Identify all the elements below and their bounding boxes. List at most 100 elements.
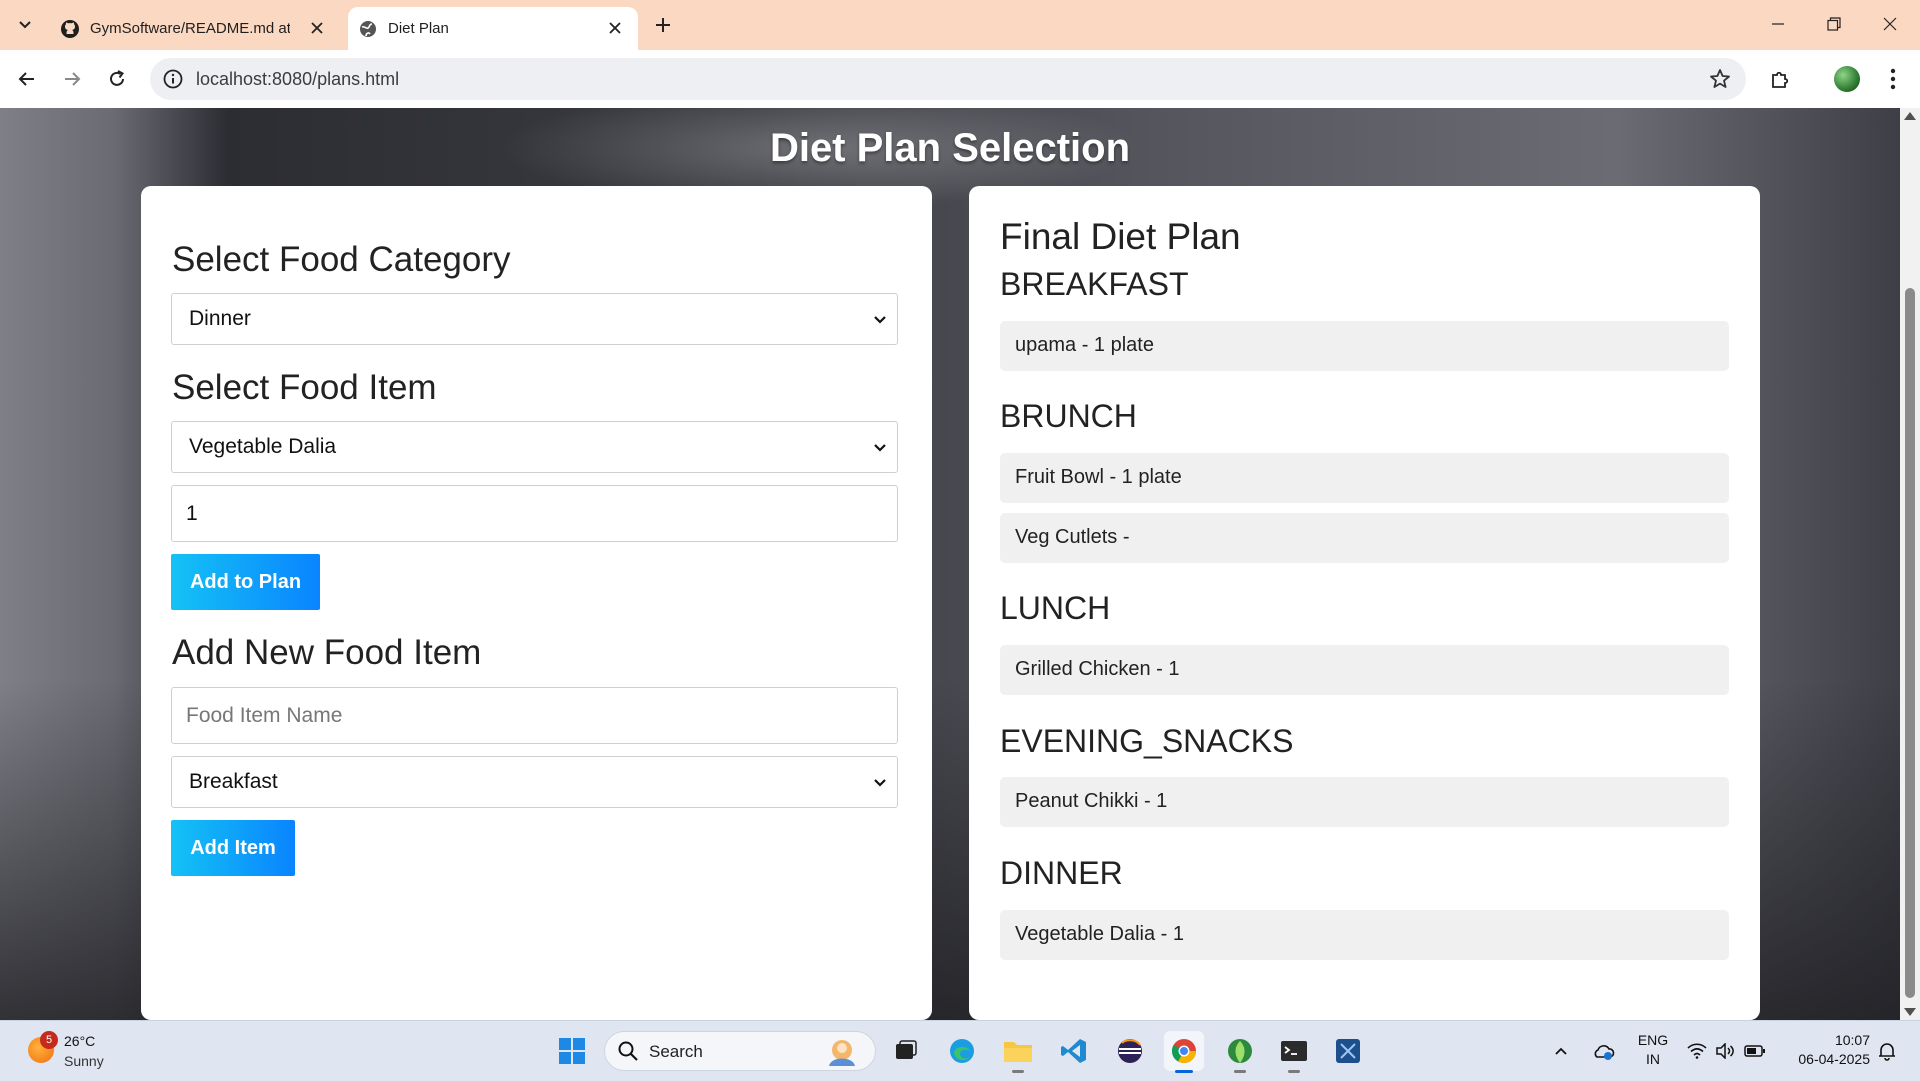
- meal-heading-breakfast: BREAKFAST: [1000, 266, 1189, 302]
- forward-button[interactable]: [55, 62, 89, 96]
- weather-widget[interactable]: 5 26°C Sunny: [26, 1029, 126, 1073]
- close-tab-icon[interactable]: [604, 17, 626, 39]
- browser-menu-button[interactable]: [1878, 64, 1908, 94]
- wifi-tray[interactable]: [1684, 1031, 1710, 1071]
- category-select[interactable]: Dinner: [171, 293, 898, 345]
- volume-tray[interactable]: [1712, 1031, 1738, 1071]
- chrome-app[interactable]: [1164, 1031, 1204, 1073]
- page-scrollbar[interactable]: [1900, 108, 1920, 1020]
- browser-tab-bar: GymSoftware/README.md at m Diet Plan: [0, 0, 1920, 50]
- food-item-name-placeholder: Food Item Name: [186, 704, 343, 727]
- reload-button[interactable]: [100, 62, 134, 96]
- plan-item-text: upama - 1 plate: [1015, 334, 1154, 356]
- page-viewport: Diet Plan Selection Select Food Category…: [0, 108, 1900, 1020]
- windows-logo-icon: [559, 1038, 585, 1064]
- temperature: 26°C: [64, 1033, 96, 1049]
- category-heading: Select Food Category: [172, 240, 511, 279]
- tab-search-button[interactable]: [11, 9, 39, 41]
- tab-github-readme[interactable]: GymSoftware/README.md at m: [50, 7, 340, 50]
- food-item-heading: Select Food Item: [172, 368, 437, 407]
- reload-icon: [110, 70, 124, 86]
- mongodb-compass-app[interactable]: [1220, 1031, 1260, 1073]
- arrow-left-icon: [18, 72, 34, 86]
- chevron-down-icon: [874, 779, 886, 787]
- bookmark-star-icon[interactable]: [1708, 67, 1732, 91]
- task-view-button[interactable]: [886, 1031, 926, 1071]
- terminal-app[interactable]: [1274, 1031, 1314, 1073]
- address-bar[interactable]: localhost:8080/plans.html: [150, 58, 1746, 100]
- food-selection-panel: Select Food Category Dinner Select Food …: [141, 186, 932, 1020]
- food-item-name-input[interactable]: Food Item Name: [171, 687, 898, 744]
- task-view-icon: [896, 1040, 917, 1059]
- chrome-icon: [1171, 1039, 1196, 1064]
- tab-diet-plan[interactable]: Diet Plan: [348, 7, 638, 50]
- edge-app[interactable]: [942, 1031, 982, 1071]
- close-icon: [1883, 17, 1897, 31]
- running-indicator: [1012, 1070, 1024, 1073]
- notifications-tray[interactable]: [1874, 1031, 1900, 1071]
- language-code: ENG: [1637, 1032, 1669, 1048]
- file-explorer-app[interactable]: [998, 1031, 1038, 1073]
- back-button[interactable]: [10, 62, 44, 96]
- chevron-up-icon: [1555, 1047, 1567, 1055]
- plus-icon: [656, 18, 670, 32]
- speaker-icon: [1716, 1043, 1734, 1059]
- scrollbar-thumb[interactable]: [1905, 288, 1915, 998]
- add-item-button[interactable]: Add Item: [171, 820, 295, 876]
- running-indicator: [1234, 1070, 1246, 1073]
- leaf-icon: [1228, 1039, 1252, 1063]
- meal-heading-brunch: BRUNCH: [1000, 398, 1137, 434]
- github-icon: [61, 20, 79, 38]
- site-info-icon[interactable]: [162, 68, 184, 90]
- browser-toolbar: localhost:8080/plans.html: [0, 50, 1920, 109]
- windows-taskbar: 5 26°C Sunny Search ENG IN 10:07 06-04-2…: [0, 1020, 1920, 1081]
- show-hidden-icons[interactable]: [1548, 1031, 1574, 1071]
- onedrive-tray[interactable]: [1588, 1031, 1618, 1071]
- system-clock[interactable]: 10:07 06-04-2025: [1780, 1031, 1870, 1069]
- vscode-app[interactable]: [1054, 1031, 1094, 1071]
- running-indicator: [1175, 1070, 1193, 1073]
- chevron-down-icon: [874, 444, 886, 452]
- arrow-right-icon: [65, 72, 81, 86]
- chevron-down-icon: [874, 316, 886, 324]
- profile-button[interactable]: [1832, 64, 1862, 94]
- scroll-down-icon[interactable]: [1904, 1008, 1916, 1016]
- taskbar-search[interactable]: Search: [604, 1031, 876, 1071]
- eclipse-app[interactable]: [1110, 1031, 1150, 1071]
- minimize-button[interactable]: [1750, 0, 1806, 48]
- language-indicator[interactable]: ENG IN: [1628, 1031, 1678, 1069]
- clock-date: 06-04-2025: [1798, 1051, 1870, 1067]
- restore-button[interactable]: [1806, 0, 1862, 48]
- scroll-up-icon[interactable]: [1904, 112, 1916, 120]
- close-tab-icon[interactable]: [306, 17, 328, 39]
- food-item-select[interactable]: Vegetable Dalia: [171, 421, 898, 473]
- extensions-button[interactable]: [1766, 64, 1796, 94]
- battery-tray[interactable]: [1742, 1031, 1768, 1071]
- region-code: IN: [1646, 1051, 1660, 1067]
- plan-item: Fruit Bowl - 1 plate: [1000, 453, 1729, 503]
- quantity-input[interactable]: 1: [171, 485, 898, 542]
- running-indicator: [1288, 1070, 1300, 1073]
- new-food-item-heading: Add New Food Item: [172, 633, 482, 672]
- globe-icon: [360, 21, 376, 37]
- folder-icon: [1004, 1042, 1032, 1062]
- page-title: Diet Plan Selection: [769, 126, 1131, 170]
- chevron-down-icon: [19, 21, 31, 29]
- close-window-button[interactable]: [1862, 0, 1918, 48]
- start-button[interactable]: [552, 1031, 592, 1071]
- new-item-category-select[interactable]: Breakfast: [171, 756, 898, 808]
- plan-item-text: Fruit Bowl - 1 plate: [1015, 466, 1182, 488]
- add-to-plan-button[interactable]: Add to Plan: [171, 554, 320, 610]
- snipping-tool-app[interactable]: [1328, 1031, 1368, 1071]
- puzzle-icon: [1772, 71, 1789, 88]
- new-tab-button[interactable]: [648, 10, 678, 40]
- plan-item: Veg Cutlets -: [1000, 513, 1729, 563]
- meal-heading-lunch: LUNCH: [1000, 590, 1111, 626]
- plan-item-text: Peanut Chikki - 1: [1015, 790, 1168, 812]
- avatar: [1834, 66, 1860, 92]
- search-highlight-icon: [829, 1040, 855, 1066]
- eclipse-icon: [1118, 1039, 1142, 1063]
- quantity-value: 1: [186, 502, 198, 525]
- food-item-select-value: Vegetable Dalia: [189, 435, 337, 458]
- plan-item-text: Veg Cutlets -: [1015, 526, 1130, 548]
